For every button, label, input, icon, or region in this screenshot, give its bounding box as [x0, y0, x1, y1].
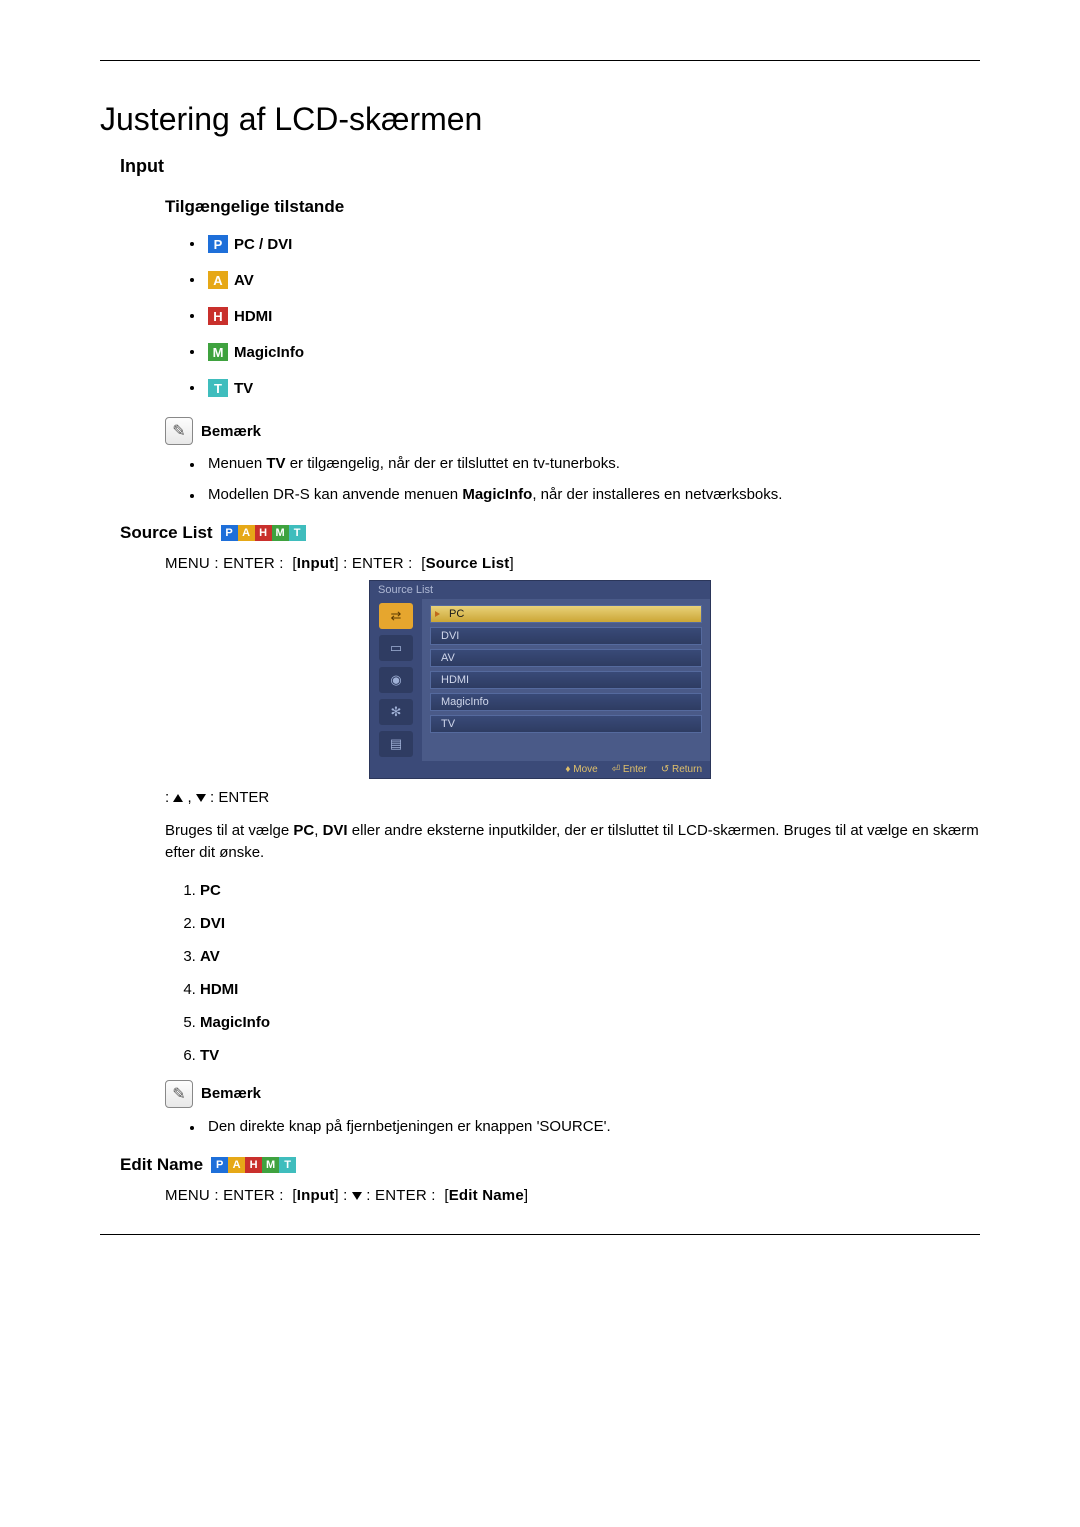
- note-2-item: Den direkte knap på fjernbetjeningen er …: [190, 1118, 980, 1135]
- source-list-description: Bruges til at vælge PC, DVI eller andre …: [165, 820, 980, 864]
- osd-side-icon-setup: ✻: [379, 699, 413, 725]
- ol-dvi: DVI: [200, 915, 980, 932]
- badge-strip-icon: P A H M T: [211, 1157, 296, 1173]
- triangle-down-icon: [196, 794, 206, 802]
- mode-hdmi: HHDMI: [190, 307, 980, 325]
- menu-path-source-list: MENU : ENTER : [Input] : ENTER : [Source…: [165, 555, 980, 572]
- modes-list: PPC / DVI AAV HHDMI MMagicInfo TTV: [190, 235, 980, 397]
- ol-tv: TV: [200, 1047, 980, 1064]
- note-icon: ✎: [165, 1080, 193, 1108]
- mode-magicinfo: MMagicInfo: [190, 343, 980, 361]
- source-numbered-list: PC DVI AV HDMI MagicInfo TV: [180, 882, 980, 1064]
- badge-a-icon: A: [208, 271, 228, 289]
- badge-strip-icon: P A H M T: [221, 525, 306, 541]
- bottom-rule: [100, 1234, 980, 1235]
- osd-item-dvi: DVI: [430, 627, 702, 645]
- ol-hdmi: HDMI: [200, 981, 980, 998]
- ol-av: AV: [200, 948, 980, 965]
- section-input: Input: [120, 156, 980, 177]
- osd-screenshot: Source List ⇄ ▭ ◉ ✻ ▤ PC DVI AV HDMI Mag…: [369, 580, 711, 779]
- osd-item-pc: PC: [430, 605, 702, 623]
- menu-path-edit-name: MENU : ENTER : [Input] : : ENTER : [Edit…: [165, 1187, 980, 1204]
- osd-side-icon-picture: ▭: [379, 635, 413, 661]
- subsection-modes: Tilgængelige tilstande: [165, 197, 980, 217]
- osd-item-tv: TV: [430, 715, 702, 733]
- note-1-list: Menuen TV er tilgængelig, når der er til…: [190, 455, 980, 503]
- note-1-item-b: Modellen DR-S kan anvende menuen MagicIn…: [190, 486, 980, 503]
- badge-t-icon: T: [208, 379, 228, 397]
- osd-item-magicinfo: MagicInfo: [430, 693, 702, 711]
- mode-pc-dvi: PPC / DVI: [190, 235, 980, 253]
- badge-m-icon: M: [208, 343, 228, 361]
- page-title: Justering af LCD-skærmen: [100, 101, 980, 138]
- osd-side-icon-sound: ◉: [379, 667, 413, 693]
- note-1-header: ✎ Bemærk: [165, 417, 980, 445]
- source-list-heading: Source List P A H M T: [120, 523, 980, 543]
- ol-magicinfo: MagicInfo: [200, 1014, 980, 1031]
- note-1-item-a: Menuen TV er tilgængelig, når der er til…: [190, 455, 980, 472]
- osd-side-icon-multi: ▤: [379, 731, 413, 757]
- triangle-down-icon: [352, 1192, 362, 1200]
- badge-p-icon: P: [208, 235, 228, 253]
- badge-h-icon: H: [208, 307, 228, 325]
- nav-line: : , : ENTER: [165, 789, 980, 806]
- note-2-header: ✎ Bemærk: [165, 1080, 980, 1108]
- edit-name-heading: Edit Name P A H M T: [120, 1155, 980, 1175]
- osd-item-hdmi: HDMI: [430, 671, 702, 689]
- mode-tv: TTV: [190, 379, 980, 397]
- osd-side-icon-input: ⇄: [379, 603, 413, 629]
- osd-main: PC DVI AV HDMI MagicInfo TV: [422, 599, 710, 761]
- note-icon: ✎: [165, 417, 193, 445]
- note-2-list: Den direkte knap på fjernbetjeningen er …: [190, 1118, 980, 1135]
- osd-item-av: AV: [430, 649, 702, 667]
- ol-pc: PC: [200, 882, 980, 899]
- osd-sidebar: ⇄ ▭ ◉ ✻ ▤: [370, 599, 422, 761]
- top-rule: [100, 60, 980, 61]
- mode-av: AAV: [190, 271, 980, 289]
- osd-footer: ♦ Move ⏎ Enter ↺ Return: [370, 761, 710, 778]
- triangle-up-icon: [173, 794, 183, 802]
